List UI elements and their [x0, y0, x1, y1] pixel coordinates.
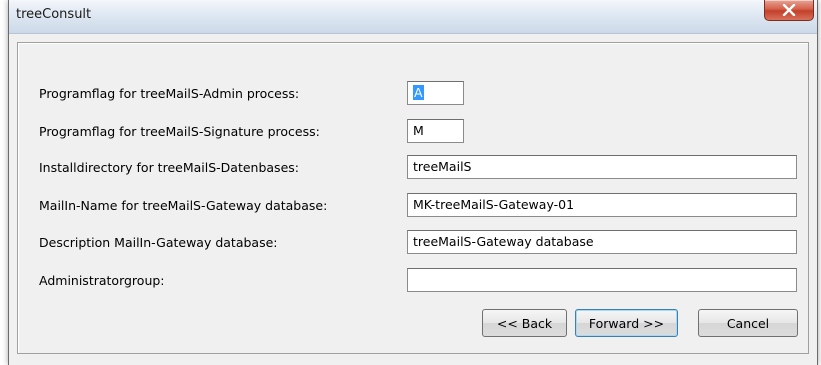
row-install-directory: Installdirectory for treeMailS-Datenbase… — [18, 155, 808, 183]
administrator-group-label: Administratorgroup: — [39, 273, 165, 288]
description-label: Description MailIn-Gateway database: — [39, 235, 278, 250]
description-input[interactable]: treeMailS-Gateway database — [407, 230, 797, 254]
row-signature-flag: Programflag for treeMailS-Signature proc… — [18, 119, 808, 147]
dialog-window: treeConsult Programflag for treeMailS-Ad… — [8, 0, 818, 365]
admin-flag-label: Programflag for treeMailS-Admin process: — [39, 86, 300, 101]
signature-flag-label: Programflag for treeMailS-Signature proc… — [39, 124, 320, 139]
form-panel: Programflag for treeMailS-Admin process:… — [17, 42, 809, 354]
cancel-button[interactable]: Cancel — [698, 309, 798, 337]
close-icon — [782, 4, 796, 16]
signature-flag-value: M — [413, 123, 424, 138]
mailin-name-label: MailIn-Name for treeMailS-Gateway databa… — [39, 198, 328, 213]
description-value: treeMailS-Gateway database — [413, 234, 594, 249]
signature-flag-input[interactable]: M — [407, 119, 464, 143]
admin-flag-input[interactable]: A — [407, 81, 464, 105]
install-directory-value: treeMailS — [413, 159, 472, 174]
forward-button[interactable]: Forward >> — [575, 309, 678, 337]
row-administrator-group: Administratorgroup: — [18, 268, 808, 296]
mailin-name-value: MK-treeMailS-Gateway-01 — [413, 197, 575, 212]
admin-flag-value: A — [413, 85, 424, 100]
install-directory-label: Installdirectory for treeMailS-Datenbase… — [39, 160, 299, 175]
row-mailin-name: MailIn-Name for treeMailS-Gateway databa… — [18, 193, 808, 221]
row-admin-flag: Programflag for treeMailS-Admin process:… — [18, 81, 808, 109]
title-bar[interactable]: treeConsult — [9, 0, 817, 34]
administrator-group-input[interactable] — [407, 268, 797, 292]
back-button[interactable]: << Back — [482, 309, 567, 337]
row-description: Description MailIn-Gateway database: tre… — [18, 230, 808, 258]
mailin-name-input[interactable]: MK-treeMailS-Gateway-01 — [407, 193, 797, 217]
close-button[interactable] — [764, 0, 814, 21]
window-title: treeConsult — [16, 7, 92, 22]
install-directory-input[interactable]: treeMailS — [407, 155, 797, 179]
